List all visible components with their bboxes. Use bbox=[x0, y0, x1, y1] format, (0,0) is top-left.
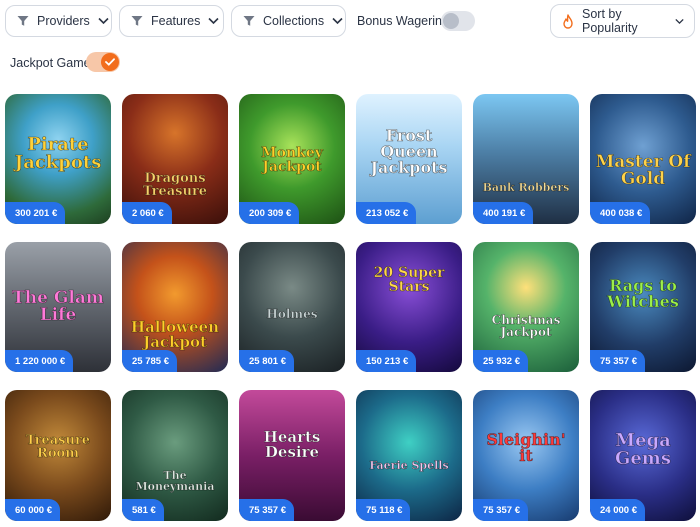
game-tile[interactable]: Master Of Gold 400 038 € bbox=[590, 94, 696, 224]
funnel-icon bbox=[243, 16, 255, 26]
jackpot-amount-badge: 400 038 € bbox=[590, 202, 651, 224]
jackpot-games-toggle[interactable] bbox=[86, 52, 120, 72]
jackpot-amount-badge: 25 932 € bbox=[473, 350, 528, 372]
bonus-wagering-label: Bonus Wagering bbox=[357, 14, 449, 28]
jackpot-amount-badge: 1 220 000 € bbox=[5, 350, 74, 372]
funnel-icon bbox=[17, 16, 29, 26]
jackpot-amount-badge: 300 201 € bbox=[5, 202, 66, 224]
game-tile[interactable]: Holmes 25 801 € bbox=[239, 242, 345, 372]
game-tile[interactable]: Frost Queen Jackpots 213 052 € bbox=[356, 94, 462, 224]
jackpot-amount-badge: 75 357 € bbox=[473, 499, 528, 521]
bonus-wagering-toggle[interactable] bbox=[441, 11, 475, 31]
game-title: Hearts Desire bbox=[263, 428, 321, 461]
game-tile[interactable]: Christmas Jackpot 25 932 € bbox=[473, 242, 579, 372]
game-title: The Moneymania bbox=[135, 469, 215, 493]
providers-filter-button[interactable]: Providers bbox=[5, 5, 112, 37]
game-title: Halloween Jackpot bbox=[130, 318, 220, 351]
game-title: Bank Robbers bbox=[482, 181, 570, 194]
game-tile[interactable]: Hearts Desire 75 357 € bbox=[239, 390, 345, 521]
game-title: Sleighin' it bbox=[486, 430, 566, 465]
game-tile[interactable]: Mega Gems 24 000 € bbox=[590, 390, 696, 521]
chevron-down-icon bbox=[98, 17, 109, 25]
game-title: Pirate Jackpots bbox=[14, 134, 102, 173]
jackpot-games-label: Jackpot Games bbox=[10, 56, 97, 70]
game-tile[interactable]: Pirate Jackpots 300 201 € bbox=[5, 94, 111, 224]
game-tile[interactable]: Dragons Treasure 2 060 € bbox=[122, 94, 228, 224]
features-filter-button[interactable]: Features bbox=[119, 5, 224, 37]
game-title: 20 Super Stars bbox=[373, 265, 445, 295]
game-tile[interactable]: The Moneymania 581 € bbox=[122, 390, 228, 521]
collections-filter-label: Collections bbox=[263, 14, 325, 28]
game-title: The Glam Life bbox=[12, 288, 104, 325]
chevron-down-icon bbox=[332, 17, 343, 25]
game-tile[interactable]: Bank Robbers 400 191 € bbox=[473, 94, 579, 224]
features-filter-label: Features bbox=[151, 14, 201, 28]
funnel-icon bbox=[131, 16, 143, 26]
game-title: Monkey Jackpot bbox=[261, 145, 323, 175]
chevron-down-icon bbox=[208, 17, 219, 25]
chevron-down-icon bbox=[675, 18, 684, 24]
game-title: Frost Queen Jackpots bbox=[370, 126, 448, 177]
game-title: Master Of Gold bbox=[595, 152, 691, 189]
check-icon bbox=[101, 53, 119, 71]
jackpot-amount-badge: 24 000 € bbox=[590, 499, 645, 521]
jackpot-amount-badge: 25 801 € bbox=[239, 350, 294, 372]
flame-icon bbox=[563, 13, 573, 29]
jackpot-amount-badge: 213 052 € bbox=[356, 202, 417, 224]
sort-dropdown[interactable]: Sort by Popularity bbox=[550, 4, 695, 38]
toggle-knob bbox=[443, 13, 459, 29]
game-tile[interactable]: 20 Super Stars 150 213 € bbox=[356, 242, 462, 372]
jackpot-amount-badge: 75 357 € bbox=[590, 350, 645, 372]
jackpot-amount-badge: 2 060 € bbox=[122, 202, 172, 224]
game-tile[interactable]: Sleighin' it 75 357 € bbox=[473, 390, 579, 521]
jackpot-amount-badge: 150 213 € bbox=[356, 350, 417, 372]
game-tile[interactable]: Faerie Spells 75 118 € bbox=[356, 390, 462, 521]
jackpot-amount-badge: 75 118 € bbox=[356, 499, 411, 521]
collections-filter-button[interactable]: Collections bbox=[231, 5, 346, 37]
game-title: Treasure Room bbox=[25, 433, 91, 461]
game-title: Mega Gems bbox=[614, 430, 672, 469]
game-title: Christmas Jackpot bbox=[491, 313, 561, 339]
game-tile[interactable]: Treasure Room 60 000 € bbox=[5, 390, 111, 521]
jackpot-amount-badge: 25 785 € bbox=[122, 350, 177, 372]
game-tile[interactable]: Monkey Jackpot 200 309 € bbox=[239, 94, 345, 224]
jackpot-amount-badge: 200 309 € bbox=[239, 202, 300, 224]
game-title: Faerie Spells bbox=[369, 459, 449, 472]
game-tile[interactable]: Rags to Witches 75 357 € bbox=[590, 242, 696, 372]
game-title: Dragons Treasure bbox=[142, 171, 208, 199]
jackpot-amount-badge: 400 191 € bbox=[473, 202, 534, 224]
game-tile[interactable]: The Glam Life 1 220 000 € bbox=[5, 242, 111, 372]
providers-filter-label: Providers bbox=[37, 14, 90, 28]
sort-dropdown-label: Sort by Popularity bbox=[582, 7, 638, 35]
jackpot-amount-badge: 75 357 € bbox=[239, 499, 294, 521]
game-tile[interactable]: Halloween Jackpot 25 785 € bbox=[122, 242, 228, 372]
jackpot-amount-badge: 581 € bbox=[122, 499, 164, 521]
game-title: Rags to Witches bbox=[607, 276, 679, 311]
game-title: Holmes bbox=[266, 307, 318, 321]
jackpot-amount-badge: 60 000 € bbox=[5, 499, 60, 521]
